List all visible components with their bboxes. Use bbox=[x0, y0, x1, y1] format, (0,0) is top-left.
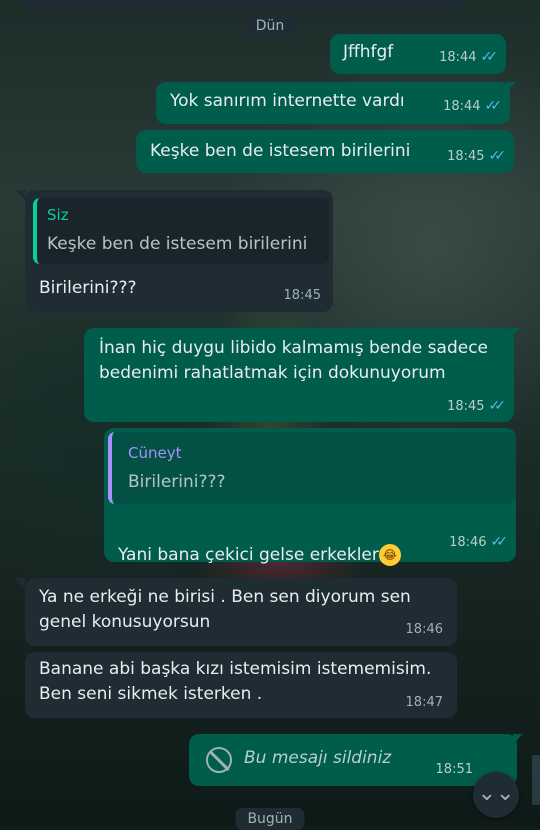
reply-quote[interactable]: Cüneyt Birilerini??? bbox=[108, 432, 516, 504]
message-time: 18:45 bbox=[447, 148, 485, 164]
message-outgoing[interactable]: Keşke ben de istesem birilerini 18:45 ✓✓ bbox=[136, 130, 514, 173]
bubble-tail bbox=[15, 190, 25, 200]
message-meta: 18:44 ✓✓ bbox=[439, 49, 498, 65]
bubble-tail bbox=[513, 734, 523, 744]
quote-author: Cüneyt bbox=[128, 444, 182, 462]
message-meta: 18:44 ✓✓ bbox=[443, 98, 502, 114]
message-text: İnan hiç duygu libido kalmamış bende sad… bbox=[99, 338, 488, 383]
message-outgoing[interactable]: Cüneyt Birilerini??? Yani bana çekici ge… bbox=[104, 428, 516, 566]
message-meta: 18:45 ✓✓ bbox=[447, 398, 506, 414]
message-meta: 18:51 bbox=[436, 762, 473, 777]
message-outgoing[interactable]: İnan hiç duygu libido kalmamış bende sad… bbox=[84, 328, 514, 422]
scroll-to-bottom-button[interactable]: ⌄⌄ bbox=[473, 772, 519, 818]
deleted-message[interactable]: Bu mesajı sildiniz 18:51 bbox=[189, 734, 517, 786]
read-receipt-icon: ✓✓ bbox=[480, 49, 499, 65]
date-chip-yesterday: Dün bbox=[243, 15, 297, 37]
message-time: 18:45 bbox=[447, 398, 485, 414]
message-meta: 18:47 bbox=[406, 695, 443, 710]
message-text: Banane abi başka kızı istemisim istememi… bbox=[39, 659, 432, 704]
message-text: Yani bana çekici gelse erkekler 😂 bbox=[118, 518, 401, 568]
message-meta: 18:45 ✓✓ bbox=[447, 148, 506, 164]
message-time: 18:44 bbox=[439, 49, 477, 65]
message-text: Jffhfgf bbox=[343, 42, 394, 62]
message-outgoing[interactable]: Jffhfgf 18:44 ✓✓ bbox=[330, 34, 506, 74]
quote-text: Keşke ben de istesem birilerini bbox=[47, 234, 308, 254]
message-incoming[interactable]: Banane abi başka kızı istemisim istememi… bbox=[25, 652, 457, 718]
bubble-tail bbox=[15, 578, 25, 588]
read-receipt-icon: ✓✓ bbox=[490, 534, 509, 550]
read-receipt-icon: ✓✓ bbox=[488, 398, 507, 414]
previous-message-bubble[interactable] bbox=[22, 0, 462, 12]
read-receipt-icon: ✓✓ bbox=[484, 98, 503, 114]
message-text: Keşke ben de istesem birilerini bbox=[150, 141, 411, 161]
message-meta: 18:45 bbox=[284, 288, 321, 303]
scrollbar-thumb[interactable] bbox=[532, 755, 540, 805]
message-incoming[interactable]: Siz Keşke ben de istesem birilerini Biri… bbox=[25, 190, 333, 312]
reply-quote[interactable]: Siz Keşke ben de istesem birilerini bbox=[33, 198, 329, 264]
quote-text: Birilerini??? bbox=[128, 472, 226, 492]
read-receipt-icon: ✓✓ bbox=[488, 148, 507, 164]
message-text: Birilerini??? bbox=[39, 278, 137, 298]
message-outgoing[interactable]: Yok sanırım internette vardı 18:44 ✓✓ bbox=[156, 82, 510, 124]
message-time: 18:45 bbox=[283, 288, 321, 303]
quote-author: Siz bbox=[47, 206, 69, 224]
blocked-icon bbox=[206, 747, 232, 773]
message-meta: 18:46 bbox=[406, 622, 443, 637]
message-time: 18:51 bbox=[435, 762, 473, 777]
bubble-tail bbox=[506, 82, 516, 92]
message-time: 18:47 bbox=[405, 695, 443, 710]
message-time: 18:44 bbox=[443, 98, 481, 114]
message-meta: 18:46 ✓✓ bbox=[449, 534, 508, 550]
message-time: 18:46 bbox=[405, 622, 443, 637]
chevron-double-down-icon: ⌄⌄ bbox=[477, 781, 515, 806]
bubble-tail bbox=[510, 328, 520, 338]
message-text: Yok sanırım internette vardı bbox=[170, 91, 405, 111]
message-text: Ya ne erkeği ne birisi . Ben sen diyorum… bbox=[39, 587, 411, 632]
message-text-body: Yani bana çekici gelse erkekler bbox=[118, 545, 379, 565]
deleted-message-text: Bu mesajı sildiniz bbox=[244, 748, 392, 768]
message-time: 18:46 bbox=[449, 534, 487, 550]
message-incoming[interactable]: Ya ne erkeği ne birisi . Ben sen diyorum… bbox=[25, 578, 457, 646]
joy-emoji-icon: 😂 bbox=[378, 544, 401, 566]
